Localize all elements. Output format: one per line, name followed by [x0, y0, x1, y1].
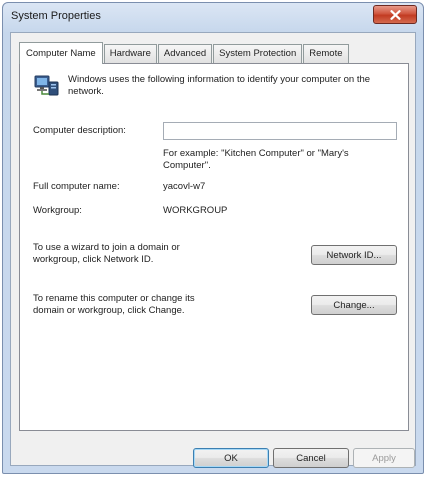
- tab-advanced[interactable]: Advanced: [157, 44, 213, 63]
- computer-name-panel: Windows uses the following information t…: [19, 63, 409, 431]
- close-button[interactable]: [373, 5, 417, 24]
- ok-button-label: OK: [224, 452, 238, 464]
- intro-text: Windows uses the following information t…: [68, 74, 371, 97]
- network-id-button[interactable]: Network ID...: [311, 245, 397, 265]
- change-button[interactable]: Change...: [311, 295, 397, 315]
- computer-description-input[interactable]: [163, 122, 397, 140]
- rename-instructions: To rename this computer or change its do…: [33, 293, 195, 316]
- apply-button-label: Apply: [372, 452, 396, 464]
- tab-system-protection[interactable]: System Protection: [213, 44, 303, 63]
- network-id-instructions: To use a wizard to join a domain or work…: [33, 242, 180, 265]
- computer-description-label: Computer description:: [33, 125, 126, 136]
- workgroup-value: WORKGROUP: [163, 205, 228, 216]
- cancel-button[interactable]: Cancel: [273, 448, 349, 468]
- network-id-button-label: Network ID...: [326, 249, 382, 261]
- full-computer-name-value: yacovl-w7: [163, 181, 206, 192]
- tab-remote[interactable]: Remote: [303, 44, 349, 63]
- tab-hardware[interactable]: Hardware: [103, 44, 157, 63]
- dialog-client-area: Computer Name Hardware Advanced System P…: [10, 32, 416, 468]
- tab-computer-name[interactable]: Computer Name: [19, 42, 103, 64]
- tab-strip: Computer Name Hardware Advanced System P…: [19, 41, 350, 64]
- ok-button[interactable]: OK: [193, 448, 269, 468]
- computer-network-icon: [34, 75, 59, 96]
- apply-button: Apply: [353, 448, 415, 468]
- window-title: System Properties: [11, 10, 101, 22]
- change-button-label: Change...: [333, 299, 375, 311]
- system-properties-window: System Properties Computer Name Hardware…: [2, 2, 424, 474]
- description-example-text: For example: "Kitchen Computer" or "Mary…: [163, 148, 349, 171]
- cancel-button-label: Cancel: [296, 452, 326, 464]
- close-icon: [389, 9, 401, 20]
- title-bar[interactable]: System Properties: [3, 3, 423, 31]
- workgroup-label: Workgroup:: [33, 205, 82, 216]
- full-computer-name-label: Full computer name:: [33, 181, 120, 192]
